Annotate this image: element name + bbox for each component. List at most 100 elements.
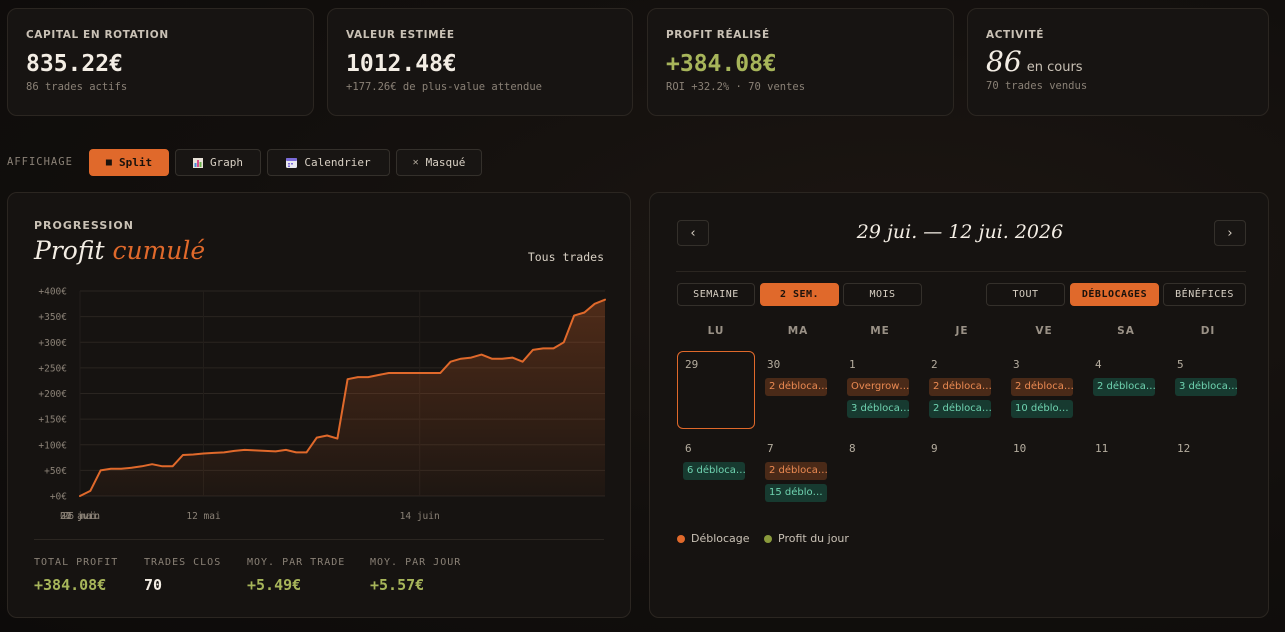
day-number: 3: [1013, 358, 1020, 371]
chart-title-main: Profit: [34, 236, 105, 265]
view-option-label: Split: [118, 156, 153, 169]
unlock-chip[interactable]: 2 débloca…: [765, 378, 827, 396]
view-graph-button[interactable]: Graph: [175, 149, 261, 176]
day-number: 29: [685, 358, 699, 371]
y-tick-label: +0€: [50, 492, 67, 503]
view-split-button[interactable]: ■ Split: [89, 149, 169, 176]
stat-sub: ROI +32.2% · 70 ventes: [666, 81, 806, 93]
footer-stat-value: +5.49€: [247, 576, 302, 594]
filter-profits-button[interactable]: BÉNÉFICES: [1163, 283, 1246, 306]
x-tick-label: 12 mai: [186, 511, 221, 522]
calendar-panel: ‹ 29 jui. — 12 jui. 2026 › SEMAINE 2 SEM…: [649, 192, 1269, 618]
profit-chip[interactable]: 2 débloca…: [1093, 378, 1155, 396]
day-number: 7: [767, 442, 774, 455]
y-tick-label: +250€: [38, 363, 67, 374]
profit-chip[interactable]: 6 débloca…: [683, 462, 745, 480]
filter-unlocks-button[interactable]: DÉBLOCAGES: [1070, 283, 1159, 306]
filter-all-button[interactable]: TOUT: [986, 283, 1065, 306]
divider: [34, 539, 604, 540]
stat-card-activite: ACTIVITÉ 86 en cours 70 trades vendus: [967, 8, 1269, 116]
period-week-button[interactable]: SEMAINE: [677, 283, 755, 306]
stat-label: VALEUR ESTIMÉE: [346, 29, 455, 41]
day-number: 11: [1095, 442, 1109, 455]
period-month-button[interactable]: MOIS: [843, 283, 922, 306]
calendar-day[interactable]: 9: [923, 435, 1001, 513]
split-icon: ■: [105, 157, 112, 168]
stat-label: ACTIVITÉ: [986, 29, 1045, 41]
legend-label: Déblocage: [691, 532, 750, 545]
x-tick-label: 14 juin: [400, 511, 440, 522]
close-icon: ✕: [412, 157, 419, 168]
calendar-day[interactable]: 7 2 débloca… 15 déblo…: [759, 435, 837, 513]
legend-dot: [677, 534, 685, 543]
calendar-day-today[interactable]: 29: [677, 351, 755, 429]
footer-stat-value: +5.57€: [370, 576, 425, 594]
profit-chip[interactable]: 2 débloca…: [929, 400, 991, 418]
weekday-label: MA: [787, 325, 809, 337]
calendar-day[interactable]: 3 2 débloca… 10 déblo…: [1005, 351, 1083, 429]
y-tick-label: +150€: [38, 415, 67, 426]
profit-chip[interactable]: 15 déblo…: [765, 484, 827, 502]
y-tick-label: +50€: [44, 466, 67, 477]
calendar-day[interactable]: 11: [1087, 435, 1165, 513]
y-tick-label: +350€: [38, 312, 67, 323]
unlock-chip[interactable]: 2 débloca…: [1011, 378, 1073, 396]
footer-stat-trades: TRADES CLOS 70: [144, 557, 221, 594]
stat-unit: en cours: [1026, 60, 1083, 75]
weekday-label: ME: [870, 325, 890, 337]
weekday-label: LU: [707, 325, 725, 337]
x-tick-label: 20 juin: [60, 511, 100, 522]
chevron-right-icon: ›: [1227, 225, 1233, 241]
calendar-day[interactable]: 1 Overgrow… 3 débloca…: [841, 351, 919, 429]
profit-chart: +0€ +50€ +100€ +150€ +200€ +250€ +300€ +350€ +40…: [38, 287, 606, 522]
stat-card-valeur: VALEUR ESTIMÉE 1012.48€ +177.26€ de plus…: [327, 8, 633, 116]
unlock-chip[interactable]: 2 débloca…: [929, 378, 991, 396]
footer-stat-value: 70: [144, 576, 163, 594]
unlock-chip[interactable]: Overgrow…: [847, 378, 909, 396]
day-number: 6: [685, 442, 692, 455]
profit-chip[interactable]: 10 déblo…: [1011, 400, 1073, 418]
y-tick-label: +100€: [38, 440, 67, 451]
progression-label: PROGRESSION: [34, 219, 134, 232]
chart-filter[interactable]: Tous trades: [528, 250, 604, 264]
stat-value: 1012.48€: [346, 51, 457, 77]
view-hidden-button[interactable]: ✕ Masqué: [396, 149, 482, 176]
stat-card-profit: PROFIT RÉALISÉ +384.08€ ROI +32.2% · 70 …: [647, 8, 954, 116]
unlock-chip[interactable]: 2 débloca…: [765, 462, 827, 480]
calendar-day[interactable]: 8: [841, 435, 919, 513]
footer-stat-label: TRADES CLOS: [144, 557, 222, 568]
calendar-day[interactable]: 2 2 débloca… 2 débloca…: [923, 351, 1001, 429]
calendar-day[interactable]: 30 2 débloca…: [759, 351, 837, 429]
calendar-day[interactable]: 4 2 débloca…: [1087, 351, 1165, 429]
chart-title-accent: cumulé: [112, 236, 206, 265]
calendar-range: 29 jui. — 12 jui. 2026: [856, 221, 1064, 243]
footer-stat-value: +384.08€: [34, 576, 107, 594]
calendar-day[interactable]: 5 3 débloca…: [1169, 351, 1247, 429]
day-number: 30: [767, 358, 781, 371]
footer-stat-label: TOTAL PROFIT: [34, 557, 119, 568]
weekday-label: SA: [1117, 325, 1135, 337]
stat-label: PROFIT RÉALISÉ: [666, 29, 770, 41]
stat-sub: +177.26€ de plus-value attendue: [346, 81, 542, 93]
chart-title: Profit cumulé: [34, 236, 205, 265]
stat-sub: 70 trades vendus: [986, 80, 1088, 92]
weekday-label: VE: [1035, 325, 1053, 337]
profit-chip[interactable]: 3 débloca…: [847, 400, 909, 418]
calendar-icon: [286, 157, 298, 168]
day-number: 2: [931, 358, 938, 371]
next-period-button[interactable]: ›: [1214, 220, 1246, 246]
calendar-day[interactable]: 12: [1169, 435, 1247, 513]
profit-chip[interactable]: 3 débloca…: [1175, 378, 1237, 396]
stat-card-capital: CAPITAL EN ROTATION 835.22€ 86 trades ac…: [7, 8, 314, 116]
stat-label: CAPITAL EN ROTATION: [26, 29, 169, 41]
period-2weeks-button[interactable]: 2 SEM.: [760, 283, 839, 306]
view-calendar-button[interactable]: Calendrier: [267, 149, 390, 176]
stat-value: +384.08€: [666, 51, 777, 77]
calendar-day[interactable]: 6 6 débloca…: [677, 435, 755, 513]
day-number: 12: [1177, 442, 1191, 455]
footer-stat-total: TOTAL PROFIT +384.08€: [34, 557, 118, 594]
calendar-day[interactable]: 10: [1005, 435, 1083, 513]
weekday-label: JE: [955, 325, 969, 337]
stat-value: 86: [986, 45, 1022, 78]
legend-dot: [764, 534, 772, 543]
